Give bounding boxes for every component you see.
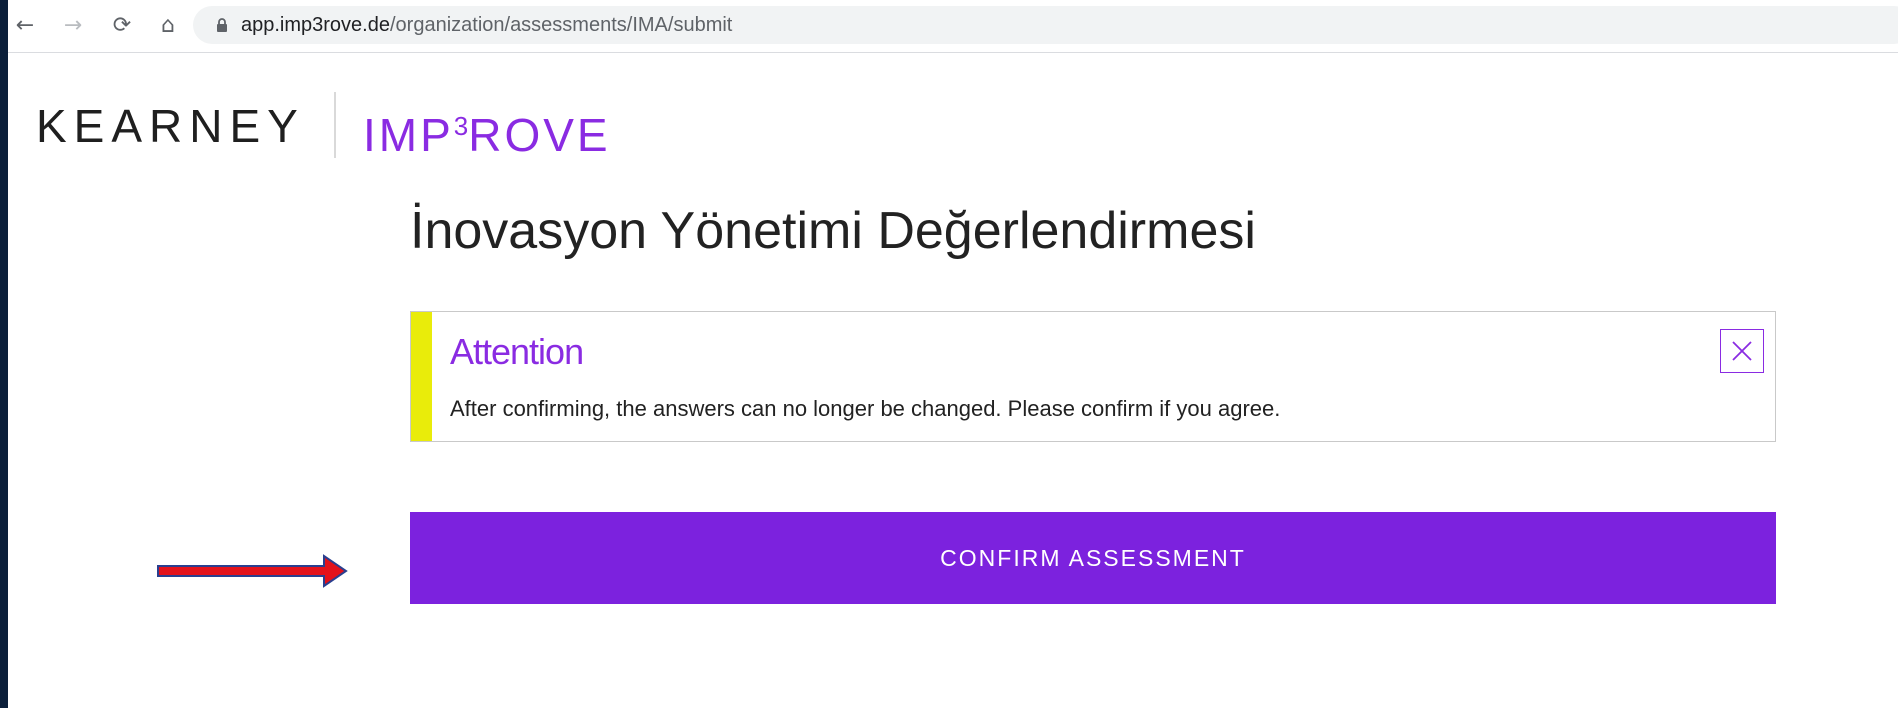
logo-prefix: IMP <box>363 109 454 161</box>
forward-arrow-icon[interactable]: → <box>58 10 88 40</box>
alert-close-button[interactable] <box>1720 329 1764 373</box>
alert-message: After confirming, the answers can no lon… <box>450 396 1281 421</box>
kearney-logo: KEARNEY <box>36 100 305 152</box>
logo-superscript: 3 <box>453 111 469 141</box>
back-arrow-icon[interactable]: ← <box>10 10 40 40</box>
home-icon[interactable]: ⌂ <box>153 10 183 40</box>
url-host: app.imp3rove.de <box>241 14 390 36</box>
reload-icon[interactable]: ⟳ <box>107 10 137 40</box>
url-text[interactable]: app.imp3rove.de/organization/assessments… <box>241 6 732 44</box>
red-arrow-icon <box>157 554 348 588</box>
url-path: /organization/assessments/IMA/submit <box>389 14 733 36</box>
attention-alert: Attention After confirming, the answers … <box>410 311 1776 442</box>
close-icon <box>1732 341 1752 361</box>
logo-suffix: ROVE <box>468 109 611 161</box>
page-title: İnovasyon Yönetimi Değerlendirmesi <box>410 202 1256 260</box>
browser-toolbar: ← → ⟳ ⌂ app.imp3rove.de/organization/ass… <box>8 0 1898 53</box>
imp3rove-logo: IMP3ROVE <box>363 98 611 163</box>
app-frame: ← → ⟳ ⌂ app.imp3rove.de/organization/ass… <box>8 0 1898 708</box>
alert-title: Attention <box>450 331 584 372</box>
alert-accent-bar <box>411 312 432 441</box>
lock-icon <box>217 18 227 32</box>
logo-divider <box>334 92 336 158</box>
address-bar[interactable]: app.imp3rove.de/organization/assessments… <box>193 6 1898 44</box>
confirm-assessment-button[interactable]: CONFIRM ASSESSMENT <box>410 512 1776 604</box>
